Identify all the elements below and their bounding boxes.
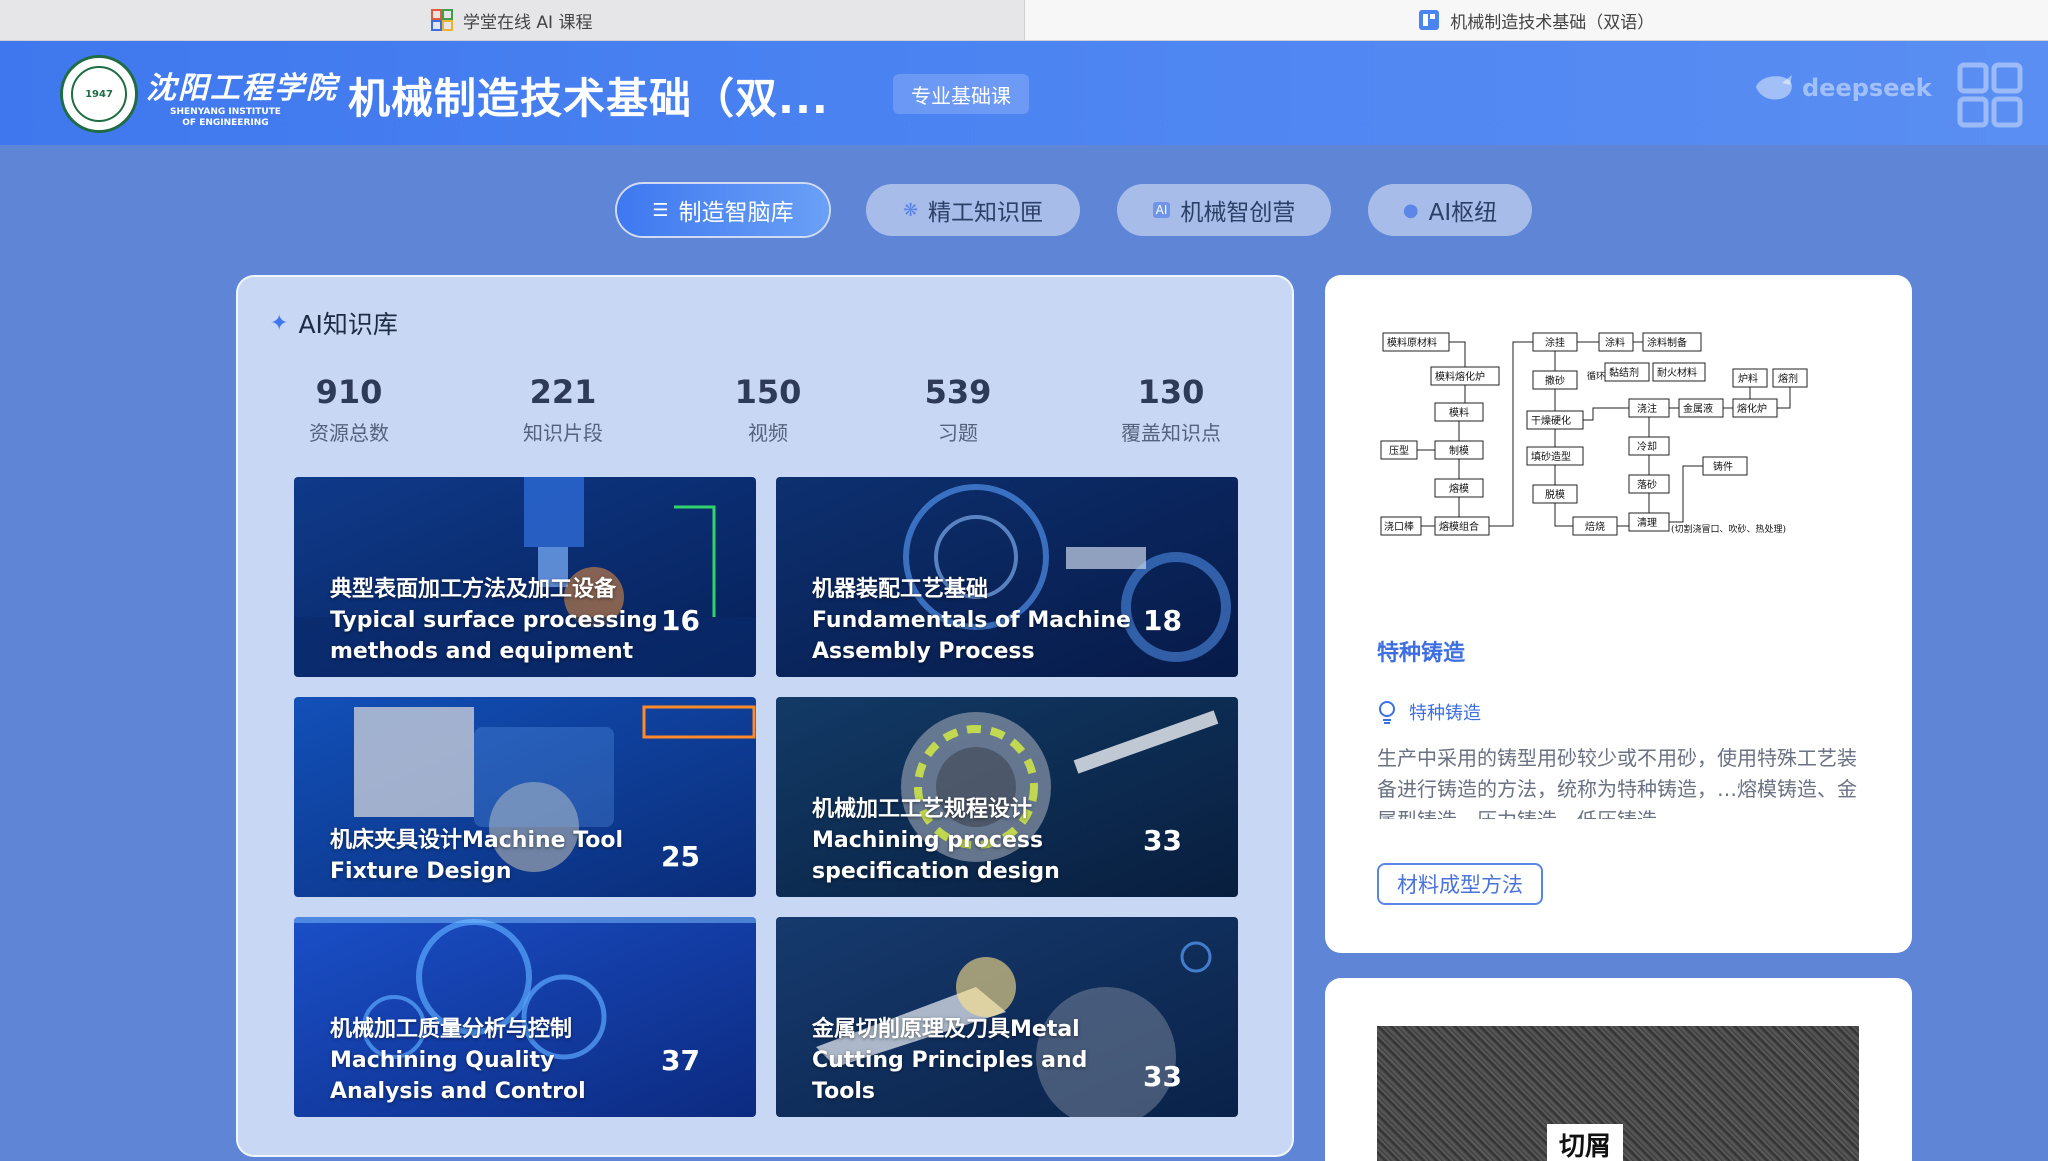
detail-description: 生产中采用的铸型用砂较少或不用砂，使用特殊工艺装备进行铸造的方法，统称为特种铸造… [1377, 746, 1857, 819]
chip-photo-card[interactable]: 切屑 [1325, 978, 1912, 1161]
flow-node: 熔剂 [1778, 372, 1798, 385]
grid-favicon-icon [431, 9, 454, 31]
flow-node: 浇口棒 [1384, 520, 1414, 533]
flow-node: 压型 [1389, 444, 1409, 457]
ai-chip-icon: AI [1152, 202, 1171, 218]
flow-node: (切割浇冒口、吹砂、热处理) [1671, 523, 1786, 535]
category-title: 机器装配工艺基础Fundamentals of Machine Assembly… [812, 577, 1131, 664]
flow-node: 落砂 [1637, 478, 1657, 491]
browser-tab-label: 学堂在线 AI 课程 [463, 12, 593, 33]
category-count: 33 [1143, 824, 1182, 857]
flow-node: 熔化炉 [1737, 402, 1767, 415]
category-card-surface-processing[interactable]: 典型表面加工方法及加工设备Typical surface processing … [294, 477, 756, 677]
flow-node: 循环 [1587, 370, 1605, 382]
category-title: 金属切削原理及刀具Metal Cutting Principles and To… [812, 1017, 1088, 1104]
flow-node: 涂料制备 [1647, 336, 1687, 349]
flow-node: 熔模 [1449, 482, 1469, 495]
category-count: 18 [1143, 604, 1182, 637]
school-seal-logo[interactable]: 1947 [60, 55, 138, 133]
category-card-machine-assembly[interactable]: 机器装配工艺基础Fundamentals of Machine Assembly… [776, 477, 1238, 677]
school-name-logo: 沈阳工程学院 [146, 71, 338, 106]
deepseek-logo: deepseek [1752, 71, 1932, 105]
category-card-fixture-design[interactable]: 机床夹具设计Machine Tool Fixture Design 25 [294, 697, 756, 897]
stat-knowledge-fragments: 221 知识片段 [523, 373, 603, 445]
lightbulb-icon [1379, 701, 1395, 724]
browser-tab-course[interactable]: 机械制造技术基础（双语） [1024, 0, 2048, 40]
sparkle-icon: ❋ [902, 199, 919, 221]
category-count: 25 [661, 840, 700, 873]
stat-exercises: 539 习题 [924, 373, 992, 445]
tag-material-forming[interactable]: 材料成型方法 [1377, 863, 1543, 905]
course-title: 机械制造技术基础（双... [348, 74, 829, 123]
knowledge-point-label: 特种铸造 [1409, 703, 1481, 724]
whale-icon [1756, 75, 1792, 100]
category-count: 33 [1143, 1060, 1182, 1093]
app-grid-icon[interactable] [1956, 61, 2024, 129]
tab-manufacturing-brain[interactable]: ☰ 制造智脑库 [617, 184, 829, 236]
flow-node: 清理 [1637, 516, 1657, 529]
flow-node: 撒砂 [1545, 374, 1565, 387]
flow-node: 熔模组合 [1439, 520, 1479, 533]
ai-knowledge-base-panel: ✦ AI知识库 910 资源总数 221 知识片段 150 视频 539 习题 … [236, 275, 1294, 1157]
flow-node: 填砂造型 [1531, 450, 1571, 463]
category-count: 16 [661, 604, 700, 637]
tab-mechanical-camp[interactable]: AI 机械智创营 [1117, 184, 1331, 236]
flow-node: 浇注 [1637, 402, 1657, 415]
flow-node: 涂挂 [1545, 336, 1565, 349]
tab-ai-hub[interactable]: ● AI枢纽 [1368, 184, 1532, 236]
photo-label: 切屑 [1547, 1124, 1624, 1161]
panel-title: ✦ AI知识库 [270, 310, 398, 339]
flow-node: 炉料 [1738, 372, 1758, 385]
category-card-quality-analysis[interactable]: 机械加工质量分析与控制Machining Quality Analysis an… [294, 917, 756, 1117]
category-card-process-specification[interactable]: 机械加工工艺规程设计Machining process specificatio… [776, 697, 1238, 897]
seal-year: 1947 [71, 66, 127, 122]
flow-node: 模料熔化炉 [1435, 370, 1485, 383]
category-title: 典型表面加工方法及加工设备Typical surface processing … [330, 577, 658, 664]
stat-knowledge-points: 130 覆盖知识点 [1121, 373, 1221, 445]
browser-tab-label: 机械制造技术基础（双语） [1450, 12, 1655, 33]
flow-node: 制模 [1449, 444, 1469, 457]
flow-node: 干燥硬化 [1531, 414, 1571, 427]
casting-process-flowchart: 模料原材料 模料熔化炉 模料 制模 熔模 熔模组合 压型 浇口棒 涂挂 撒砂 干… [1380, 332, 1808, 536]
flow-node: 涂料 [1605, 336, 1625, 349]
site-header: 1947 沈阳工程学院 SHENYANG INSTITUTE OF ENGINE… [0, 41, 2048, 145]
category-title: 机床夹具设计Machine Tool Fixture Design [330, 828, 624, 884]
flow-node: 模料 [1449, 406, 1469, 419]
detail-title[interactable]: 特种铸造 [1377, 635, 1465, 667]
category-title: 机械加工工艺规程设计Machining process specificatio… [812, 797, 1060, 884]
flow-node: 冷却 [1637, 440, 1657, 453]
flow-node: 铸件 [1713, 460, 1733, 473]
stat-total-resources: 910 资源总数 [309, 373, 389, 445]
course-type-badge: 专业基础课 [893, 74, 1029, 114]
category-title: 机械加工质量分析与控制Machining Quality Analysis an… [330, 1017, 586, 1104]
browser-tab-strip: 学堂在线 AI 课程 机械制造技术基础（双语） [0, 0, 2048, 41]
sparkle-icon: ✦ [270, 310, 289, 336]
browser-tab-xuetang[interactable]: 学堂在线 AI 课程 [0, 0, 1025, 40]
flow-node: 焙烧 [1585, 520, 1605, 533]
category-count: 37 [661, 1044, 700, 1077]
knowledge-detail-card[interactable]: 模料原材料 模料熔化炉 模料 制模 熔模 熔模组合 压型 浇口棒 涂挂 撒砂 干… [1325, 275, 1912, 953]
flow-node: 模料原材料 [1387, 336, 1437, 349]
school-english-name: SHENYANG INSTITUTE OF ENGINEERING [170, 107, 281, 128]
flow-node: 黏结剂 [1609, 366, 1639, 379]
users-icon: ● [1402, 199, 1419, 221]
layers-icon: ☰ [652, 199, 669, 221]
flow-node: 金属液 [1683, 402, 1713, 415]
document-favicon-icon [1419, 10, 1440, 30]
flow-node: 耐火材料 [1657, 366, 1697, 379]
flow-node: 脱模 [1545, 488, 1565, 501]
stat-videos: 150 视频 [734, 373, 802, 445]
category-card-metal-cutting[interactable]: 金属切削原理及刀具Metal Cutting Principles and To… [776, 917, 1238, 1117]
tab-precision-knowledge[interactable]: ❋ 精工知识匣 [866, 184, 1080, 236]
knowledge-point-row[interactable]: 特种铸造 [1377, 699, 1481, 725]
